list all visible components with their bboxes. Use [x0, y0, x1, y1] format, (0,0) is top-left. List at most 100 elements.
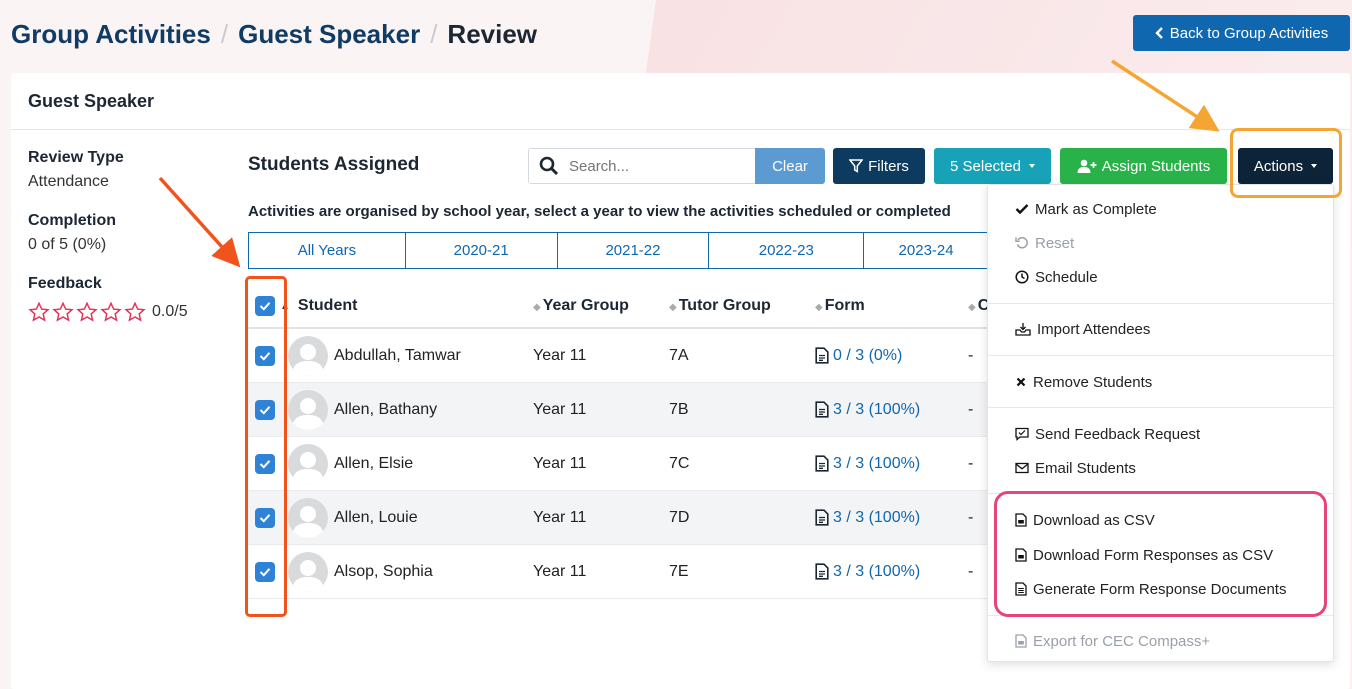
menu-item-label: Export for CEC Compass+	[1033, 632, 1211, 650]
actions-highlight-box	[1230, 128, 1342, 198]
table-row: Abdullah, Tamwar Year 11 7A 0 / 3 (0%) -	[248, 329, 988, 383]
tab-2022-23[interactable]: 2022-23	[708, 232, 865, 269]
close-icon	[1016, 377, 1026, 387]
assign-students-button[interactable]: Assign Students	[1060, 148, 1227, 184]
form-progress-link[interactable]: 3 / 3 (100%)	[815, 509, 968, 527]
avatar	[288, 497, 328, 538]
search-input[interactable]	[569, 157, 749, 175]
student-tutor-group: 7A	[669, 346, 689, 364]
column-form[interactable]: ◆ Form	[815, 297, 968, 315]
student-name[interactable]: Allen, Elsie	[334, 455, 413, 473]
star-outline-icon	[100, 301, 122, 322]
column-student-label: Student	[297, 297, 358, 314]
student-tutor-group: 7C	[669, 454, 690, 472]
completion-label: Completion	[28, 212, 116, 229]
students-assigned-title: Students Assigned	[248, 154, 420, 175]
avatar	[288, 443, 328, 484]
menu-item-label: Schedule	[1035, 268, 1098, 286]
form-progress-text: 3 / 3 (100%)	[833, 454, 921, 472]
menu-item-reset[interactable]: Reset	[1015, 232, 1074, 254]
clear-button[interactable]: Clear	[755, 148, 825, 184]
menu-item-send-feedback[interactable]: Send Feedback Request	[1015, 423, 1200, 445]
breadcrumb-guest-speaker[interactable]: Guest Speaker	[238, 19, 420, 50]
column-year-group[interactable]: ◆ Year Group	[533, 297, 669, 315]
tab-all-years[interactable]: All Years	[248, 232, 406, 269]
menu-item-label: Email Students	[1035, 459, 1136, 477]
student-year-group: Year 11	[533, 454, 587, 472]
comment-icon	[1015, 427, 1029, 441]
student-name[interactable]: Abdullah, Tamwar	[334, 347, 461, 365]
import-icon	[1015, 323, 1031, 336]
document-icon	[815, 563, 829, 580]
menu-item-mark-complete[interactable]: Mark as Complete	[1015, 198, 1157, 220]
sort-icon: ◆	[968, 302, 976, 313]
back-button-label: Back to Group Activities	[1169, 24, 1329, 42]
student-year-group: Year 11	[533, 346, 587, 364]
document-icon	[815, 509, 829, 526]
form-progress-link[interactable]: 3 / 3 (100%)	[815, 455, 968, 473]
menu-item-remove-students[interactable]: Remove Students	[1015, 371, 1152, 393]
menu-divider	[988, 303, 1333, 304]
form-progress-text: 3 / 3 (100%)	[833, 562, 921, 580]
tab-2020-21[interactable]: 2020-21	[404, 232, 558, 269]
menu-item-email-students[interactable]: Email Students	[1015, 457, 1136, 479]
search-field[interactable]	[528, 148, 756, 184]
table-header: ▲ Student ◆ Year Group ◆ Tutor Group ◆ Form …	[248, 285, 989, 329]
form-progress-text: 3 / 3 (100%)	[833, 508, 921, 526]
star-outline-icon	[28, 301, 50, 322]
user-plus-icon	[1077, 159, 1097, 173]
column-student[interactable]: ▲ Student	[280, 297, 523, 315]
review-type-label: Review Type	[28, 149, 124, 166]
filters-label: Filters	[868, 157, 909, 175]
avatar	[288, 389, 328, 430]
tab-2023-24[interactable]: 2023-24	[863, 232, 988, 269]
breadcrumb-separator: /	[220, 18, 229, 49]
form-progress-link[interactable]: 3 / 3 (100%)	[815, 401, 968, 419]
column-form-label: Form	[824, 297, 865, 314]
student-extra: -	[968, 562, 974, 580]
column-tutor-group[interactable]: ◆ Tutor Group	[669, 297, 815, 315]
student-name[interactable]: Alsop, Sophia	[334, 563, 433, 581]
form-progress-link[interactable]: 0 / 3 (0%)	[815, 347, 968, 365]
undo-icon	[1015, 237, 1028, 249]
column-tutor-group-label: Tutor Group	[678, 297, 771, 314]
students-table: ▲ Student ◆ Year Group ◆ Tutor Group ◆ Form …	[248, 285, 989, 599]
column-more[interactable]: ◆ C	[968, 297, 989, 315]
form-progress-link[interactable]: 3 / 3 (100%)	[815, 563, 968, 581]
avatar	[288, 335, 328, 376]
student-extra: -	[968, 508, 974, 526]
student-extra: -	[968, 346, 974, 364]
student-name[interactable]: Allen, Louie	[334, 509, 418, 527]
student-year-group: Year 11	[533, 508, 587, 526]
download-highlight-box	[994, 491, 1327, 617]
student-name[interactable]: Allen, Bathany	[334, 401, 437, 419]
menu-item-export-cec[interactable]: Export for CEC Compass+	[1015, 630, 1210, 652]
back-to-group-activities-button[interactable]: Back to Group Activities	[1133, 15, 1350, 51]
menu-item-label: Reset	[1035, 234, 1075, 252]
table-body: Abdullah, Tamwar Year 11 7A 0 / 3 (0%) -…	[248, 329, 988, 599]
form-progress-text: 0 / 3 (0%)	[833, 346, 903, 364]
chevron-left-icon	[1155, 27, 1163, 39]
menu-item-label: Mark as Complete	[1035, 200, 1157, 218]
review-summary: Review Type Attendance Completion 0 of 5…	[28, 149, 228, 323]
student-extra: -	[968, 454, 974, 472]
student-tutor-group: 7E	[669, 562, 689, 580]
breadcrumb: Group Activities / Guest Speaker / Revie…	[11, 16, 537, 52]
document-icon	[815, 347, 829, 364]
table-row: Allen, Bathany Year 11 7B 3 / 3 (100%) -	[248, 383, 988, 437]
menu-divider	[988, 355, 1333, 356]
sort-icon: ◆	[533, 302, 541, 313]
year-tabs: All Years 2020-21 2021-22 2022-23 2023-2…	[248, 232, 988, 269]
table-row: Alsop, Sophia Year 11 7E 3 / 3 (100%) -	[248, 545, 988, 599]
menu-item-import-attendees[interactable]: Import Attendees	[1015, 318, 1150, 340]
selected-dropdown-button[interactable]: 5 Selected	[934, 148, 1051, 184]
user-silhouette-icon	[292, 451, 324, 484]
filters-button[interactable]: Filters	[833, 148, 925, 184]
sort-icon: ◆	[815, 302, 823, 313]
menu-item-schedule[interactable]: Schedule	[1015, 266, 1098, 288]
document-icon	[1015, 634, 1027, 648]
avatar	[288, 551, 328, 592]
tab-2021-22[interactable]: 2021-22	[556, 232, 710, 269]
breadcrumb-group-activities[interactable]: Group Activities	[11, 19, 211, 50]
star-outline-icon	[124, 301, 146, 322]
